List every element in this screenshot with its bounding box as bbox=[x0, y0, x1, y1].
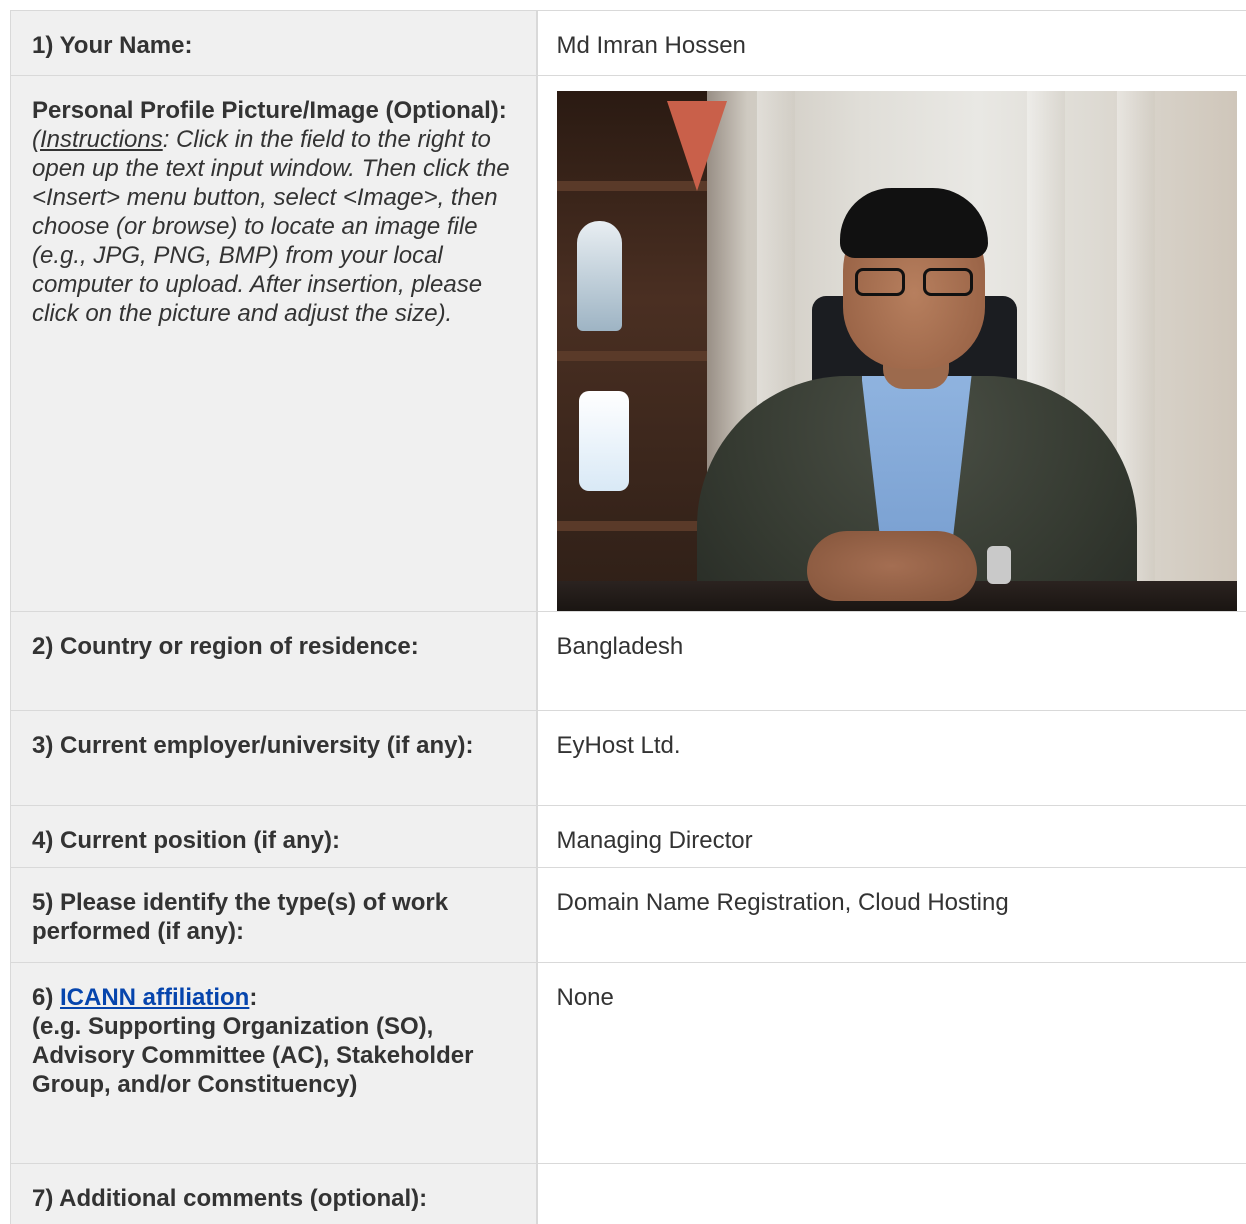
instructions-word: Instructions bbox=[40, 126, 163, 153]
country-label: 2) Country or region of residence: bbox=[11, 612, 537, 711]
photo-glasses-lens bbox=[855, 268, 905, 296]
table-row: 4) Current position (if any): Managing D… bbox=[11, 806, 1246, 868]
profile-picture-cell[interactable] bbox=[537, 76, 1246, 612]
icann-affiliation-link[interactable]: ICANN affiliation bbox=[60, 984, 249, 1011]
photo-hair bbox=[840, 188, 988, 258]
employer-label: 3) Current employer/university (if any): bbox=[11, 711, 537, 806]
table-row: 5) Please identify the type(s) of work p… bbox=[11, 868, 1246, 963]
table-row: 6) ICANN affiliation: (e.g. Supporting O… bbox=[11, 963, 1246, 1164]
table-row: 3) Current employer/university (if any):… bbox=[11, 711, 1246, 806]
icann-affiliation-value[interactable]: None bbox=[537, 963, 1246, 1164]
comments-label: 7) Additional comments (optional): bbox=[11, 1164, 537, 1224]
work-type-value[interactable]: Domain Name Registration, Cloud Hosting bbox=[537, 868, 1246, 963]
profile-picture-label-cell: Personal Profile Picture/Image (Optional… bbox=[11, 76, 537, 612]
photo-glasses-lens bbox=[923, 268, 973, 296]
profile-picture-label: Personal Profile Picture/Image (Optional… bbox=[32, 97, 507, 124]
table-row: 7) Additional comments (optional): bbox=[11, 1164, 1246, 1224]
photo-hands bbox=[807, 531, 977, 601]
country-value[interactable]: Bangladesh bbox=[537, 612, 1246, 711]
applicant-profile-table: 1) Your Name: Md Imran Hossen Personal P… bbox=[10, 10, 1246, 1224]
photo-shelf-board bbox=[557, 351, 707, 361]
position-value[interactable]: Managing Director bbox=[537, 806, 1246, 868]
table-row: 1) Your Name: Md Imran Hossen bbox=[11, 11, 1246, 76]
work-type-label: 5) Please identify the type(s) of work p… bbox=[11, 868, 537, 963]
icann-affiliation-detail: (e.g. Supporting Organization (SO), Advi… bbox=[32, 1013, 473, 1098]
position-label: 4) Current position (if any): bbox=[11, 806, 537, 868]
photo-shelf-board bbox=[557, 521, 707, 531]
name-label: 1) Your Name: bbox=[11, 11, 537, 76]
comments-value[interactable] bbox=[537, 1164, 1246, 1224]
photo-decoration bbox=[667, 101, 727, 191]
photo-trophy bbox=[577, 221, 622, 331]
icann-affiliation-label: 6) ICANN affiliation: (e.g. Supporting O… bbox=[11, 963, 537, 1164]
photo-award bbox=[579, 391, 629, 491]
photo-watch bbox=[987, 546, 1011, 584]
employer-value[interactable]: EyHost Ltd. bbox=[537, 711, 1246, 806]
table-row: 2) Country or region of residence: Bangl… bbox=[11, 612, 1246, 711]
profile-photo[interactable] bbox=[557, 91, 1237, 611]
profile-picture-instructions: (Instructions: Click in the field to the… bbox=[32, 125, 516, 328]
table-row: Personal Profile Picture/Image (Optional… bbox=[11, 76, 1246, 612]
photo-glasses bbox=[855, 268, 975, 298]
name-value[interactable]: Md Imran Hossen bbox=[537, 11, 1246, 76]
